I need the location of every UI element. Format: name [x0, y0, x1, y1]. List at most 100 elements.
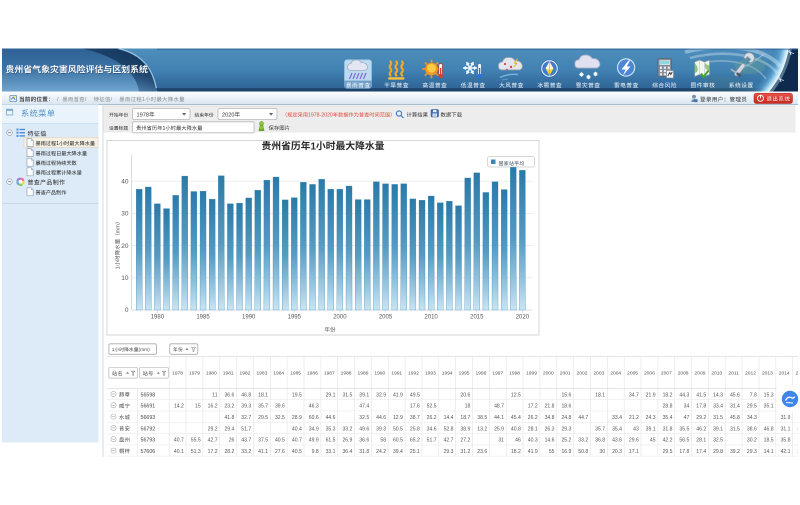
svg-text:35.4: 35.4 [663, 415, 673, 421]
svg-text:44.7: 44.7 [578, 415, 588, 421]
svg-text:32.9: 32.9 [376, 392, 386, 398]
svg-text:2006: 2006 [644, 371, 655, 377]
svg-text:29.3: 29.3 [747, 449, 757, 455]
svg-text:40.7: 40.7 [174, 438, 184, 444]
svg-text:10: 10 [121, 275, 129, 282]
svg-text:18.2: 18.2 [663, 392, 673, 398]
svg-text:44.3: 44.3 [679, 392, 689, 398]
svg-text:1: 1 [142, 97, 145, 103]
svg-text:38.9: 38.9 [460, 426, 470, 432]
svg-text:1991: 1991 [391, 371, 402, 377]
svg-text:31.9: 31.9 [781, 415, 791, 421]
svg-text:29.4: 29.4 [224, 426, 234, 432]
svg-text:55: 55 [549, 449, 555, 455]
svg-text:16.2: 16.2 [208, 404, 218, 410]
svg-text:32.5: 32.5 [275, 415, 285, 421]
svg-text:15: 15 [195, 404, 201, 410]
svg-text:44.1: 44.1 [494, 415, 504, 421]
svg-text:41.5: 41.5 [696, 392, 706, 398]
svg-text:30: 30 [121, 211, 129, 218]
svg-text:47.4: 47.4 [359, 404, 369, 410]
svg-text:17.1: 17.1 [629, 449, 639, 455]
svg-text:33.2: 33.2 [578, 438, 588, 444]
svg-text:2004: 2004 [610, 371, 621, 377]
svg-text:2000: 2000 [543, 371, 554, 377]
svg-text:31.1: 31.1 [781, 426, 791, 432]
svg-text:39.1: 39.1 [359, 392, 369, 398]
svg-text:/: / [85, 97, 87, 103]
svg-text:1994: 1994 [442, 371, 453, 377]
svg-text:11: 11 [212, 392, 217, 398]
svg-text:60.5: 60.5 [393, 438, 403, 444]
svg-text:40.4: 40.4 [292, 426, 302, 432]
svg-text:34.8: 34.8 [545, 415, 555, 421]
svg-text:0: 0 [125, 307, 129, 314]
svg-text:65.2: 65.2 [410, 438, 420, 444]
svg-text:23.2: 23.2 [224, 404, 234, 410]
svg-text:29.5: 29.5 [747, 404, 757, 410]
svg-text:51.7: 51.7 [241, 426, 251, 432]
svg-text:26.2: 26.2 [528, 415, 538, 421]
svg-text:45.6: 45.6 [730, 392, 740, 398]
svg-text:25.8: 25.8 [410, 426, 420, 432]
svg-text:1980: 1980 [206, 371, 217, 377]
svg-text:1998: 1998 [509, 371, 520, 377]
svg-text:38.5: 38.5 [477, 415, 487, 421]
svg-text:39.4: 39.4 [393, 449, 403, 455]
svg-text:1985: 1985 [196, 314, 210, 320]
svg-text:61.5: 61.5 [326, 438, 336, 444]
svg-text:38.7: 38.7 [410, 415, 420, 421]
svg-text:46.8: 46.8 [241, 392, 251, 398]
svg-text:1996: 1996 [475, 371, 486, 377]
svg-text:41.9: 41.9 [393, 392, 403, 398]
svg-text:58: 58 [380, 438, 386, 444]
svg-text:33.4: 33.4 [713, 404, 723, 410]
svg-text:1995: 1995 [459, 371, 470, 377]
svg-text:40.7: 40.7 [292, 438, 302, 444]
svg-text:35.7: 35.7 [595, 426, 605, 432]
svg-text:16.9: 16.9 [561, 449, 571, 455]
svg-text:55.5: 55.5 [191, 438, 201, 444]
svg-text:1999: 1999 [526, 371, 537, 377]
svg-text:45.8: 45.8 [730, 415, 740, 421]
svg-text:35.8: 35.8 [781, 438, 791, 444]
svg-text:39.6: 39.6 [275, 404, 285, 410]
svg-text:(mm): (mm) [139, 347, 151, 353]
svg-text:56598: 56598 [141, 392, 156, 398]
svg-text:43.7: 43.7 [241, 438, 251, 444]
svg-text:1986: 1986 [307, 371, 318, 377]
svg-text:1990: 1990 [242, 314, 256, 320]
svg-text:40.3: 40.3 [528, 438, 538, 444]
svg-text:14.3: 14.3 [713, 392, 723, 398]
svg-text:41.9: 41.9 [528, 449, 538, 455]
svg-text:13.2: 13.2 [477, 426, 487, 432]
svg-text:29.2: 29.2 [696, 415, 706, 421]
svg-text:1987: 1987 [324, 371, 335, 377]
svg-text:56793: 56793 [141, 438, 156, 444]
svg-text:14.2: 14.2 [174, 404, 184, 410]
svg-text:/: / [57, 97, 59, 103]
svg-text:29.5: 29.5 [663, 449, 673, 455]
svg-text:40: 40 [121, 178, 129, 185]
svg-text:18.1: 18.1 [595, 392, 605, 398]
svg-text:30.2: 30.2 [747, 438, 757, 444]
svg-text:1: 1 [112, 347, 115, 353]
svg-text:36.6: 36.6 [359, 438, 369, 444]
svg-text:2005: 2005 [379, 314, 393, 320]
svg-text:1: 1 [163, 126, 166, 132]
svg-text:17.2: 17.2 [528, 404, 538, 410]
svg-text:35.4: 35.4 [612, 426, 622, 432]
svg-text:17.8: 17.8 [696, 404, 706, 410]
svg-text:24.8: 24.8 [561, 415, 571, 421]
svg-text:1978: 1978 [137, 112, 149, 118]
svg-text:44.6: 44.6 [376, 415, 386, 421]
svg-text:17.4: 17.4 [696, 449, 706, 455]
svg-text:46: 46 [515, 438, 521, 444]
svg-text:39.1: 39.1 [646, 426, 656, 432]
svg-text:1988: 1988 [341, 371, 352, 377]
svg-text:25.1: 25.1 [410, 449, 420, 455]
svg-text:12.9: 12.9 [393, 415, 403, 421]
svg-text:2015: 2015 [796, 371, 800, 377]
svg-text:25.9: 25.9 [494, 426, 504, 432]
svg-text:29.1: 29.1 [326, 392, 336, 398]
